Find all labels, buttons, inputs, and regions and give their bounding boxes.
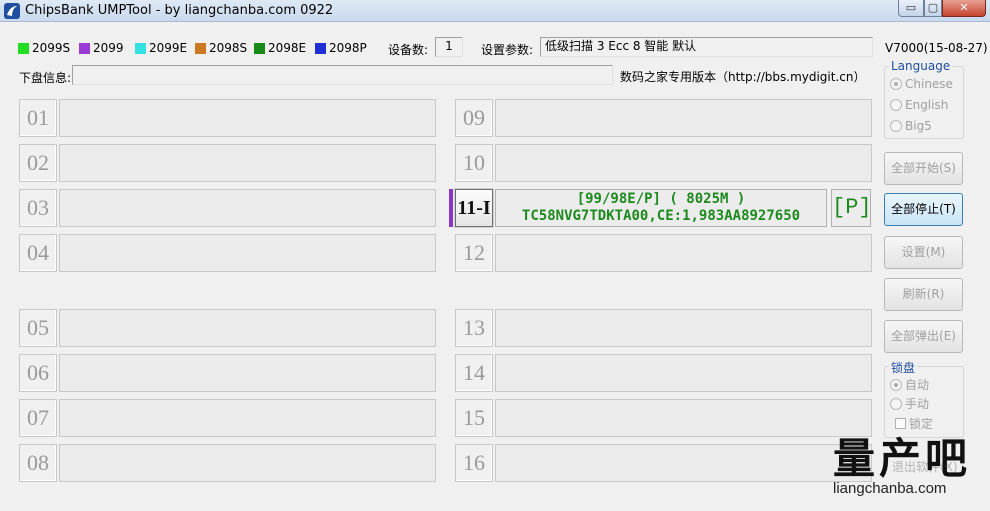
slot-flash-id-text: TC58NVG7TDKTA00,CE:1,983AA8927650: [521, 208, 801, 224]
language-option-chinese[interactable]: Chinese: [890, 77, 953, 91]
legend-swatch: [254, 42, 265, 54]
slot-mode-badge: [P]: [831, 189, 872, 227]
slot-number[interactable]: 03: [19, 189, 57, 227]
slot-number[interactable]: 16: [455, 444, 493, 482]
radio-selected-icon: [890, 378, 902, 391]
slot-status: [59, 354, 436, 392]
lock-option-auto[interactable]: 自动: [890, 376, 929, 393]
slot-number[interactable]: 12: [455, 234, 493, 272]
slot-number[interactable]: 09: [455, 99, 493, 137]
lock-group-title: 锁盘: [889, 359, 918, 376]
slot-status: [495, 399, 872, 437]
slot-number[interactable]: 14: [455, 354, 493, 392]
disk-info-field: [72, 65, 613, 85]
device-count-field: 1: [435, 37, 463, 57]
legend-label: 2099: [93, 41, 124, 55]
disk-info-label: 下盘信息:: [19, 71, 72, 85]
version-label: V7000(15-08-27): [885, 41, 988, 55]
slot-number[interactable]: 13: [455, 309, 493, 347]
radio-label: English: [905, 98, 949, 112]
slot-status: [59, 189, 436, 227]
radio-icon: [890, 397, 902, 410]
slot-number[interactable]: 15: [455, 399, 493, 437]
legend-label: 2098P: [329, 41, 367, 55]
legend-swatch: [195, 42, 206, 54]
legend-label: 2098E: [268, 41, 307, 55]
slot-status: [495, 309, 872, 347]
slot-number[interactable]: 10: [455, 144, 493, 182]
radio-label: Chinese: [905, 77, 953, 91]
language-option-big5[interactable]: Big5: [890, 119, 932, 133]
slot-status: [495, 234, 872, 272]
slot-number[interactable]: 06: [19, 354, 57, 392]
slot-capacity-text: [99/98E/P] ( 8025M ): [576, 191, 746, 207]
legend-item: 2098S: [195, 41, 247, 55]
slot-status: [495, 354, 872, 392]
slot-number-active[interactable]: 11-I: [455, 189, 493, 227]
slot-status: [59, 234, 436, 272]
slot-number[interactable]: 04: [19, 234, 57, 272]
close-button[interactable]: ✕: [942, 0, 986, 17]
slot-status: [495, 444, 872, 482]
legend-item: 2098E: [254, 41, 306, 55]
slot-number[interactable]: 02: [19, 144, 57, 182]
radio-selected-icon: [890, 78, 902, 90]
forum-note: 数码之家专用版本（http://bbs.mydigit.cn）: [620, 70, 866, 84]
slot-status: [59, 309, 436, 347]
stop-all-button[interactable]: 全部停止(T): [884, 193, 963, 226]
legend-swatch: [18, 42, 29, 54]
slot-number[interactable]: 08: [19, 444, 57, 482]
radio-label: 自动: [905, 378, 930, 392]
slot-status: [59, 99, 436, 137]
legend-swatch: [79, 42, 90, 54]
language-option-english[interactable]: English: [890, 98, 948, 112]
device-count-label: 设备数:: [388, 43, 429, 57]
settings-param-label: 设置参数:: [481, 43, 534, 57]
slot-number[interactable]: 07: [19, 399, 57, 437]
maximize-button[interactable]: ▢: [924, 0, 942, 17]
slot-status: [495, 144, 872, 182]
legend-swatch: [135, 42, 146, 54]
slot-status: [59, 399, 436, 437]
language-group-title: Language: [889, 59, 953, 73]
site-watermark: 量产吧 liangchanba.com: [833, 434, 983, 498]
slot-status: [495, 99, 872, 137]
legend-item: 2099E: [135, 41, 187, 55]
slot-type-indicator: [449, 189, 453, 227]
legend-label: 2099S: [32, 41, 71, 55]
slot-number[interactable]: 05: [19, 309, 57, 347]
legend-item: 2098P: [315, 41, 367, 55]
legend-label: 2098S: [209, 41, 248, 55]
legend-swatch: [315, 42, 326, 54]
radio-label: Big5: [905, 119, 932, 133]
eject-all-button[interactable]: 全部弹出(E): [884, 320, 963, 353]
slot-number[interactable]: 01: [19, 99, 57, 137]
radio-label: 手动: [905, 397, 930, 411]
slot-status-active: [99/98E/P] ( 8025M ) TC58NVG7TDKTA00,CE:…: [495, 189, 827, 227]
start-all-button[interactable]: 全部开始(S): [884, 152, 963, 185]
lock-checkbox[interactable]: 锁定: [895, 415, 933, 432]
checkbox-label: 锁定: [909, 417, 934, 431]
legend-label: 2099E: [149, 41, 188, 55]
settings-button[interactable]: 设置(M): [884, 236, 963, 269]
slot-status: [59, 444, 436, 482]
refresh-button[interactable]: 刷新(R): [884, 278, 963, 311]
radio-icon: [890, 99, 902, 111]
watermark-logo-text: 量产吧: [833, 434, 972, 483]
minimize-button[interactable]: ▭: [898, 0, 924, 17]
slot-status: [59, 144, 436, 182]
legend-item: 2099: [79, 41, 124, 55]
lock-option-manual[interactable]: 手动: [890, 395, 929, 412]
checkbox-icon: [895, 418, 906, 429]
settings-param-field: 低级扫描 3 Ecc 8 智能 默认: [540, 37, 873, 57]
radio-icon: [890, 120, 902, 132]
app-logo-icon: [4, 3, 20, 19]
window-title: ChipsBank UMPTool - by liangchanba.com 0…: [25, 3, 334, 18]
title-bar: ChipsBank UMPTool - by liangchanba.com 0…: [0, 0, 990, 22]
legend-item: 2099S: [18, 41, 70, 55]
